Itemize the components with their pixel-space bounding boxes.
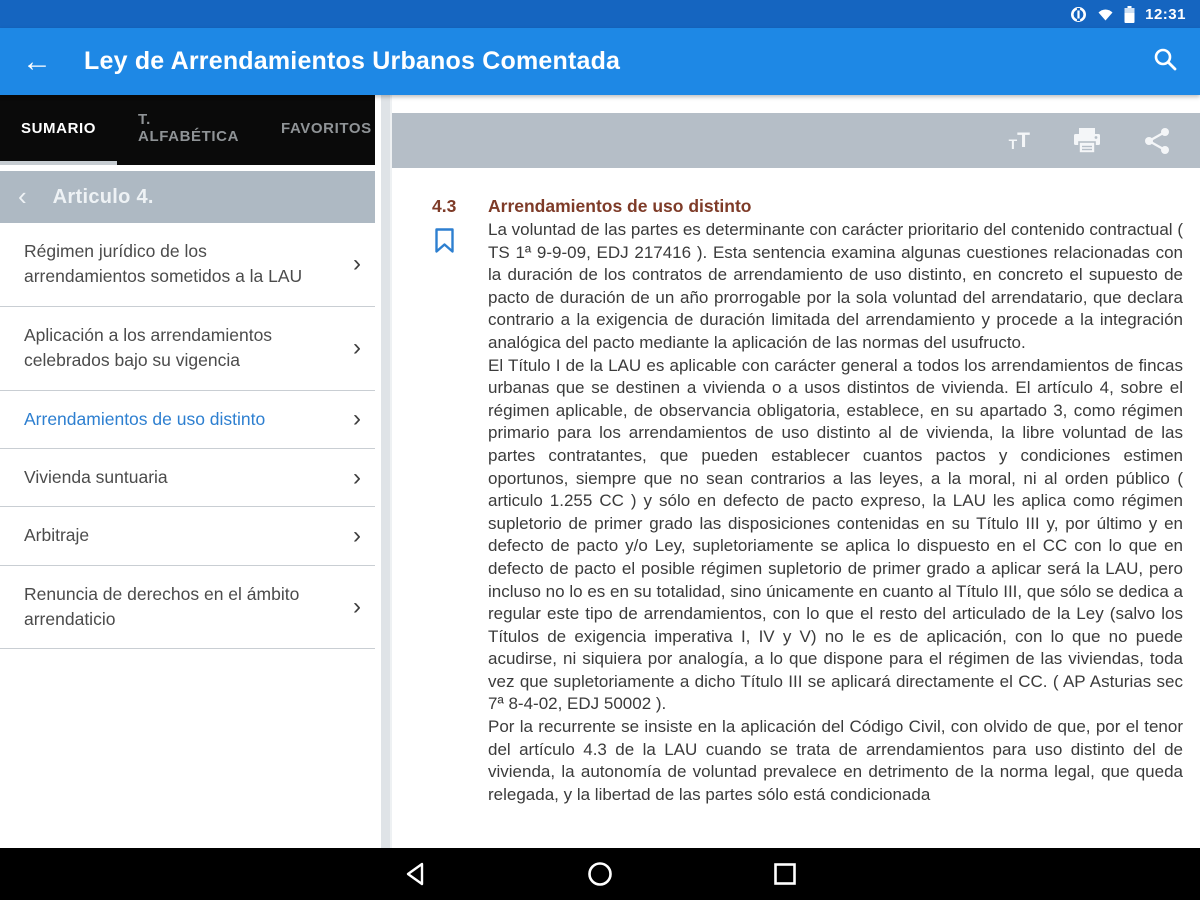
content-pane: TT 4.3 Arrendamientos de uso distinto La… [392, 95, 1200, 848]
text-size-icon[interactable]: TT [1009, 130, 1030, 151]
section-number: 4.3 [432, 196, 457, 216]
app-bar: ← Ley de Arrendamientos Urbanos Comentad… [0, 28, 1200, 95]
item-label: Renuncia de derechos en el ámbito arrend… [24, 583, 300, 629]
chevron-right-icon: › [353, 593, 361, 620]
item-label: Arbitraje [24, 525, 90, 546]
paragraph: La voluntad de las partes es determinant… [488, 220, 1183, 352]
sidebar-item-arbitraje[interactable]: Arbitraje › [0, 507, 375, 566]
sidebar-item-regimen-juridico[interactable]: Régimen jurídico de los arrendamientos s… [0, 223, 375, 307]
section-header-articulo-4[interactable]: ‹ Articulo 4. [0, 171, 375, 223]
chevron-right-icon: › [353, 463, 361, 491]
sidebar-item-list: Régimen jurídico de los arrendamientos s… [0, 223, 375, 848]
item-label: Vivienda suntuaria [24, 466, 168, 487]
tab-label: SUMARIO [21, 119, 97, 137]
pane-divider [375, 95, 392, 848]
tab-label: T. ALFABÉTICA [138, 111, 240, 145]
tab-favoritos[interactable]: FAVORITOS [260, 95, 393, 165]
bookmark-icon[interactable] [434, 227, 488, 259]
text-size-large-glyph: T [1017, 129, 1030, 152]
wifi-icon [1097, 7, 1114, 22]
status-bar: 12:31 [0, 0, 1200, 28]
section-number-column: 4.3 [392, 196, 488, 806]
share-icon[interactable] [1144, 127, 1170, 155]
chevron-right-icon: › [353, 334, 361, 362]
tab-sumario[interactable]: SUMARIO [0, 95, 118, 165]
sidebar-tab-bar: SUMARIO T. ALFABÉTICA FAVORITOS [0, 95, 375, 165]
sidebar-item-aplicacion[interactable]: Aplicación a los arrendamientos celebrad… [0, 306, 375, 391]
data-saver-icon [1070, 6, 1087, 23]
paragraph: El Título I de la LAU es aplicable con c… [488, 355, 1183, 714]
sidebar-item-renuncia-derechos[interactable]: Renuncia de derechos en el ámbito arrend… [0, 565, 375, 650]
section-text-column: Arrendamientos de uso distinto La volunt… [488, 196, 1200, 806]
item-label: Aplicación a los arrendamientos celebrad… [24, 324, 273, 371]
item-label: Régimen jurídico de los arrendamientos s… [24, 241, 303, 287]
sidebar: SUMARIO T. ALFABÉTICA FAVORITOS ‹ Articu… [0, 95, 375, 848]
item-label: Arrendamientos de uso distinto [24, 408, 266, 429]
chevron-right-icon: › [353, 405, 361, 433]
print-icon[interactable] [1072, 127, 1102, 155]
content-body: 4.3 Arrendamientos de uso distinto La vo… [392, 168, 1200, 806]
nav-home-icon[interactable] [587, 861, 613, 887]
back-arrow-icon[interactable]: ← [22, 46, 52, 77]
sidebar-item-uso-distinto[interactable]: Arrendamientos de uso distinto › [0, 390, 375, 449]
paragraph: Por la recurrente se insiste en la aplic… [488, 717, 1183, 804]
text-size-small-glyph: T [1008, 136, 1018, 152]
main-area: SUMARIO T. ALFABÉTICA FAVORITOS ‹ Articu… [0, 95, 1200, 848]
section-title: Arrendamientos de uso distinto [488, 196, 752, 216]
sidebar-item-vivienda-suntuaria[interactable]: Vivienda suntuaria › [0, 448, 375, 508]
search-icon[interactable] [1152, 46, 1178, 77]
chevron-right-icon: › [353, 521, 361, 549]
nav-recents-icon[interactable] [773, 862, 797, 886]
status-time: 12:31 [1145, 5, 1186, 23]
page-title: Ley de Arrendamientos Urbanos Comentada [84, 47, 621, 75]
tab-alfabetica[interactable]: T. ALFABÉTICA [117, 95, 260, 165]
chevron-right-icon: › [353, 250, 361, 278]
battery-icon [1124, 5, 1135, 23]
chevron-left-icon: ‹ [18, 181, 27, 211]
section-header-label: Articulo 4. [52, 185, 154, 208]
content-toolbar: TT [392, 113, 1200, 168]
android-nav-bar [0, 848, 1200, 900]
nav-back-icon[interactable] [403, 861, 427, 887]
tab-label: FAVORITOS [281, 119, 372, 137]
